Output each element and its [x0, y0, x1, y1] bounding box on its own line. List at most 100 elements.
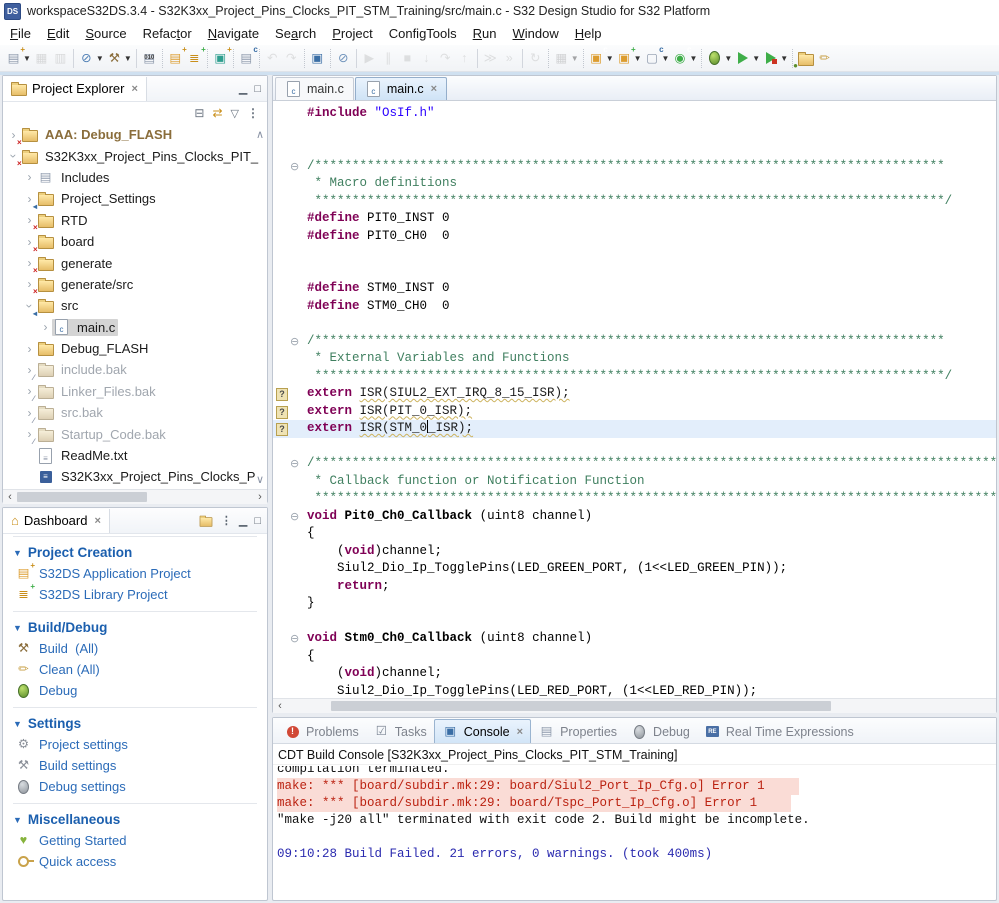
menu-navigate[interactable]: Navigate	[200, 23, 267, 44]
scroll-right-icon[interactable]: ›	[253, 490, 267, 504]
close-icon[interactable]: ×	[431, 83, 437, 95]
dashboard-link-build-settings[interactable]: ⚒Build settings	[13, 755, 257, 776]
suspend-button[interactable]: ∥	[379, 48, 398, 68]
c-cpp-configurations-button[interactable]: ▢c▼	[643, 48, 671, 68]
console-tab-problems[interactable]: !Problems	[277, 720, 366, 743]
view-menu-icon[interactable]: ⋮	[247, 106, 259, 120]
step-over-button[interactable]: ↷	[436, 48, 455, 68]
dropdown-arrow-icon[interactable]: ▼	[571, 54, 579, 63]
run-configurations-button[interactable]: ◉c▼	[670, 48, 698, 68]
build-button[interactable]: ⚒▼	[105, 48, 133, 68]
dashboard-link-project-settings[interactable]: ⚙Project settings	[13, 734, 257, 755]
link-with-editor-icon[interactable]: ⇄	[212, 106, 222, 120]
tree-item-src-bak[interactable]: ›∕src.bak	[3, 402, 267, 423]
tree-item-debug-flash[interactable]: ›Debug_FLASH	[3, 338, 267, 359]
menu-edit[interactable]: Edit	[39, 23, 77, 44]
debug-configurations-button[interactable]: ▣+▼	[615, 48, 643, 68]
dashboard-link-clean-all-[interactable]: ✏Clean (All)	[13, 659, 257, 680]
dropdown-arrow-icon[interactable]: ▼	[606, 54, 614, 63]
save-button[interactable]: ▦	[32, 48, 51, 68]
console-tab-properties[interactable]: ▤Properties	[531, 720, 624, 743]
dropdown-arrow-icon[interactable]: ▼	[23, 54, 31, 63]
tree-item-include-bak[interactable]: ›∕include.bak	[3, 359, 267, 380]
tree-item-s32k3xx-project-pins-clocks-pit-[interactable]: ›×S32K3xx_Project_Pins_Clocks_PIT_	[3, 145, 267, 166]
tree-item-readme-txt[interactable]: ≡ReadMe.txt	[3, 445, 267, 466]
annotation-question-icon[interactable]: ?	[276, 423, 288, 436]
tab-dashboard[interactable]: ⌂ Dashboard ×	[3, 509, 110, 533]
menu-project[interactable]: Project	[324, 23, 380, 44]
dashboard-link-s32ds-application-project[interactable]: ▤+S32DS Application Project	[13, 563, 257, 584]
editor-tab-main.c-1[interactable]: cmain.c×	[355, 77, 447, 100]
maximize-icon[interactable]: □	[254, 83, 261, 95]
scrollbar-thumb[interactable]	[17, 492, 147, 502]
tree-item-src[interactable]: ›◂src	[3, 295, 267, 316]
tree-chevron-icon[interactable]: ›	[23, 170, 36, 184]
dashboard-section-header[interactable]: ▼Miscellaneous	[13, 809, 257, 830]
dropdown-arrow-icon[interactable]: ▼	[662, 54, 670, 63]
open-perspective-button[interactable]: ●	[796, 48, 815, 68]
tree-chevron-icon[interactable]: ›	[23, 342, 36, 356]
fold-collapse-icon[interactable]: ⊖	[290, 630, 299, 648]
minimize-icon[interactable]: ▁	[239, 514, 247, 527]
project-tree[interactable]: ∧ ∨ ›×AAA: Debug_FLASH›×S32K3xx_Project_…	[3, 124, 267, 489]
fold-collapse-icon[interactable]: ⊖	[290, 508, 299, 526]
update-code-button[interactable]: ▣+	[211, 48, 230, 68]
maximize-icon[interactable]: □	[254, 515, 261, 527]
project-explorer-hscrollbar[interactable]: ‹ ›	[3, 489, 267, 504]
dropdown-arrow-icon[interactable]: ▼	[634, 54, 642, 63]
memory-tools-button[interactable]: ▦▼	[552, 48, 580, 68]
flash-from-file-button[interactable]: ▣c▼	[587, 48, 615, 68]
tree-item-main-c[interactable]: ›cmain.c	[3, 317, 267, 338]
menu-search[interactable]: Search	[267, 23, 324, 44]
new-wizard-button[interactable]: ▤+▼	[4, 48, 32, 68]
generate-code-button[interactable]: ▤c	[237, 48, 256, 68]
tree-item-startup-code-bak[interactable]: ›∕Startup_Code.bak	[3, 423, 267, 444]
tree-item-linker-files-bak[interactable]: ›∕Linker_Files.bak	[3, 381, 267, 402]
fold-collapse-icon[interactable]: ⊖	[290, 333, 299, 351]
menu-help[interactable]: Help	[567, 23, 610, 44]
profile-button[interactable]: ▼	[761, 48, 789, 68]
debug-button[interactable]: ▼	[705, 48, 733, 68]
tree-item-rtd[interactable]: ›×RTD	[3, 210, 267, 231]
collapse-all-icon[interactable]: ⊟	[194, 106, 204, 120]
dropdown-arrow-icon[interactable]: ▼	[752, 54, 760, 63]
menu-file[interactable]: File	[2, 23, 39, 44]
save-all-button[interactable]: ▥	[51, 48, 70, 68]
step-return-button[interactable]: ↑	[455, 48, 474, 68]
menu-window[interactable]: Window	[505, 23, 567, 44]
annotation-question-icon[interactable]: ?	[276, 406, 288, 419]
code-editor[interactable]: #include "OsIf.h"⊖/*********************…	[273, 101, 996, 698]
close-icon[interactable]: ×	[131, 83, 137, 95]
dropdown-arrow-icon[interactable]: ▼	[724, 54, 732, 63]
tree-item-generate-src[interactable]: ›×generate/src	[3, 274, 267, 295]
terminate-button[interactable]: ■	[398, 48, 417, 68]
filter-icon[interactable]: ▽	[231, 107, 239, 120]
menu-refactor[interactable]: Refactor	[135, 23, 200, 44]
redo-button[interactable]: ↷	[282, 48, 301, 68]
dashboard-section-header[interactable]: ▼Build/Debug	[13, 617, 257, 638]
resume-button[interactable]: ▶	[360, 48, 379, 68]
scrollbar-thumb[interactable]	[331, 701, 831, 711]
dashboard-section-header[interactable]: ▼Settings	[13, 713, 257, 734]
menu-configtools[interactable]: ConfigTools	[381, 23, 465, 44]
scroll-down-icon[interactable]: ∨	[256, 473, 264, 486]
run-last-tool-button[interactable]: ≫	[481, 48, 500, 68]
tree-item-generate[interactable]: ›×generate	[3, 252, 267, 273]
console-tab-tasks[interactable]: ☑Tasks	[366, 720, 434, 743]
view-menu-icon[interactable]: ⋮	[221, 514, 232, 527]
console-tab-console[interactable]: ▣Console×	[434, 719, 531, 743]
dashboard-link-debug-settings[interactable]: Debug settings	[13, 776, 257, 797]
dashboard-link-s32ds-library-project[interactable]: ≣+S32DS Library Project	[13, 584, 257, 605]
dashboard-link-quick-access[interactable]: Quick access	[13, 851, 257, 872]
dashboard-link-getting-started[interactable]: ♥Getting Started	[13, 830, 257, 851]
tree-item-project-settings[interactable]: ›◂Project_Settings	[3, 188, 267, 209]
binary-calibration-button[interactable]: ▤010	[140, 48, 159, 68]
minimize-icon[interactable]: ▁	[239, 82, 247, 95]
dashboard-link-debug[interactable]: Debug	[13, 680, 257, 701]
open-dashboard-icon[interactable]	[199, 517, 212, 527]
dropdown-arrow-icon[interactable]: ▼	[780, 54, 788, 63]
step-into-button[interactable]: ↓	[417, 48, 436, 68]
tree-item-s32k3xx-project-pins-clocks-p[interactable]: ≡S32K3xx_Project_Pins_Clocks_P	[3, 466, 267, 487]
restart-button[interactable]: ↻	[526, 48, 545, 68]
disconnect-button[interactable]: ⊘	[334, 48, 353, 68]
